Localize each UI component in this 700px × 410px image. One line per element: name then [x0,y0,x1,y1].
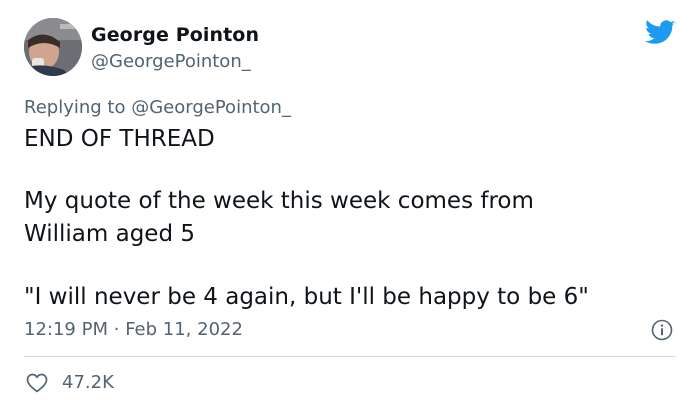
timestamp-separator: · [113,319,120,340]
author-display-name[interactable]: George Pointon [91,24,259,46]
like-count[interactable]: 47.2K [62,372,114,393]
avatar[interactable] [24,18,82,76]
tweet-date: Feb 11, 2022 [125,319,243,340]
twitter-bird-icon[interactable] [645,20,676,46]
author-handle[interactable]: @GeorgePointon_ [91,51,251,72]
tweet-time: 12:19 PM [24,319,108,340]
tweet-text-line: My quote of the week this week comes fro… [24,188,534,214]
replying-to-prefix: Replying to [24,97,126,118]
info-icon[interactable] [650,318,674,342]
replying-to: Replying to @GeorgePointon_ [24,97,291,118]
tweet-text-line: "I will never be 4 again, but I'll be ha… [24,284,589,310]
divider [24,356,676,357]
tweet-text-line: William aged 5 [24,221,195,247]
tweet-timestamp[interactable]: 12:19 PM · Feb 11, 2022 [24,319,243,340]
avatar-photo [24,18,82,76]
heart-icon[interactable] [25,371,49,395]
tweet-text-line: END OF THREAD [24,126,215,152]
replying-to-mention[interactable]: @GeorgePointon_ [131,97,291,118]
tweet-card: George Pointon @GeorgePointon_ Replying … [0,0,700,410]
